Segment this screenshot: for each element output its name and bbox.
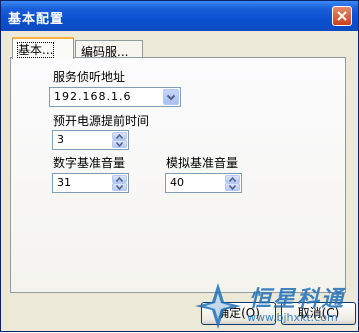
watermark: 恒星科通 www.bjhxkt.com	[189, 277, 359, 333]
arrow-down-icon	[229, 185, 236, 190]
window-title: 基本配置	[8, 12, 65, 27]
digital-volume-value[interactable]: 31	[57, 176, 71, 189]
arrow-up-icon	[116, 134, 123, 139]
digital-volume-spinner[interactable]: 31	[52, 173, 129, 193]
close-button[interactable]	[332, 6, 352, 26]
spin-down-button[interactable]	[112, 140, 127, 148]
dialog-window: 基本配置 基本... 编码服... 服务侦听地址 192.168.1.6 预开电…	[0, 0, 359, 332]
server-address-combobox[interactable]: 192.168.1.6	[49, 87, 181, 107]
arrow-down-icon	[116, 185, 123, 190]
arrow-up-icon	[229, 177, 236, 182]
close-icon	[337, 11, 347, 21]
star-logo-icon	[195, 283, 241, 329]
spin-down-button[interactable]	[112, 183, 127, 191]
analog-volume-value[interactable]: 40	[170, 176, 184, 189]
tab-basic[interactable]: 基本...	[12, 37, 74, 59]
precharge-time-value[interactable]: 3	[57, 133, 64, 146]
server-address-label: 服务侦听地址	[53, 70, 126, 84]
precharge-time-label: 预开电源提前时间	[53, 114, 150, 128]
arrow-up-icon	[116, 177, 123, 182]
spin-up-button[interactable]	[112, 175, 127, 183]
watermark-brand: 恒星科通	[249, 287, 346, 312]
precharge-time-spinner[interactable]: 3	[52, 130, 129, 150]
analog-volume-spinner[interactable]: 40	[165, 173, 242, 193]
watermark-url: www.bjhxkt.com	[247, 311, 338, 324]
tab-basic-label: 基本...	[16, 42, 55, 58]
spin-up-button[interactable]	[225, 175, 240, 183]
digital-volume-label: 数字基准音量	[53, 156, 126, 170]
chevron-down-icon	[166, 94, 176, 101]
arrow-down-icon	[116, 142, 123, 147]
analog-volume-label: 模拟基准音量	[166, 156, 239, 170]
server-address-value: 192.168.1.6	[54, 90, 132, 103]
title-bar[interactable]: 基本配置	[1, 1, 358, 31]
spin-down-button[interactable]	[225, 183, 240, 191]
combo-dropdown-button[interactable]	[163, 89, 179, 105]
spin-up-button[interactable]	[112, 132, 127, 140]
